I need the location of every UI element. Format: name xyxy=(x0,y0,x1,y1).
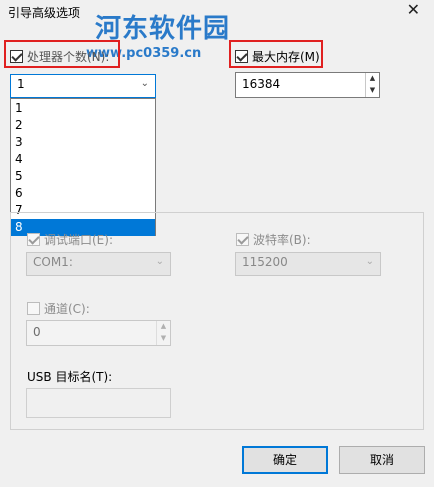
processor-count-label: 处理器个数(N): xyxy=(27,50,110,64)
baud-rate-option: 波特率(B): xyxy=(236,231,311,248)
cancel-button[interactable]: 取消 xyxy=(339,446,425,474)
baud-rate-label: 波特率(B): xyxy=(253,233,311,247)
debug-port-option: 调试端口(E): xyxy=(27,231,113,248)
dropdown-option[interactable]: 5 xyxy=(11,168,155,185)
debug-port-value: COM1: xyxy=(33,255,73,269)
debug-port-checkbox xyxy=(27,233,40,246)
processor-count-select[interactable]: 1 ⌄ xyxy=(10,74,156,98)
processor-count-value: 1 xyxy=(17,77,25,91)
spin-up-icon[interactable]: ▲ xyxy=(366,73,379,85)
processor-count-option[interactable]: 处理器个数(N): xyxy=(10,48,109,65)
channel-option: 通道(C): xyxy=(27,300,90,317)
dropdown-option[interactable]: 4 xyxy=(11,151,155,168)
close-icon[interactable]: ✕ xyxy=(407,2,420,18)
usb-target-input xyxy=(26,388,171,418)
spin-down-icon[interactable]: ▼ xyxy=(366,85,379,97)
debug-port-select: COM1: ⌄ xyxy=(26,252,171,276)
debug-port-label: 调试端口(E): xyxy=(44,233,113,247)
baud-rate-value: 115200 xyxy=(242,255,288,269)
chevron-down-icon: ⌄ xyxy=(140,78,149,89)
window-title: 引导高级选项 xyxy=(8,6,81,20)
channel-value: 0 xyxy=(33,325,41,339)
max-memory-label: 最大内存(M) xyxy=(252,50,320,64)
max-memory-option[interactable]: 最大内存(M) xyxy=(235,48,320,65)
ok-button[interactable]: 确定 xyxy=(242,446,328,474)
max-memory-checkbox[interactable] xyxy=(235,50,248,63)
baud-rate-select: 115200 ⌄ xyxy=(235,252,381,276)
channel-label: 通道(C): xyxy=(44,302,90,316)
dropdown-option[interactable]: 1 xyxy=(11,100,155,117)
max-memory-value: 16384 xyxy=(242,77,281,91)
spin-down-icon: ▼ xyxy=(160,334,167,342)
usb-target-label: USB 目标名(T): xyxy=(27,370,113,384)
dropdown-option[interactable]: 6 xyxy=(11,185,155,202)
chevron-down-icon: ⌄ xyxy=(365,256,374,267)
max-memory-spinner[interactable]: 16384 ▲ ▼ xyxy=(235,72,380,98)
dropdown-option[interactable]: 3 xyxy=(11,134,155,151)
dropdown-option[interactable]: 2 xyxy=(11,117,155,134)
processor-count-checkbox[interactable] xyxy=(10,50,23,63)
spin-up-icon: ▲ xyxy=(160,322,167,330)
channel-checkbox xyxy=(27,302,40,315)
baud-rate-checkbox xyxy=(236,233,249,246)
channel-spinner: 0 ▲ ▼ xyxy=(26,320,171,346)
chevron-down-icon: ⌄ xyxy=(155,256,164,267)
